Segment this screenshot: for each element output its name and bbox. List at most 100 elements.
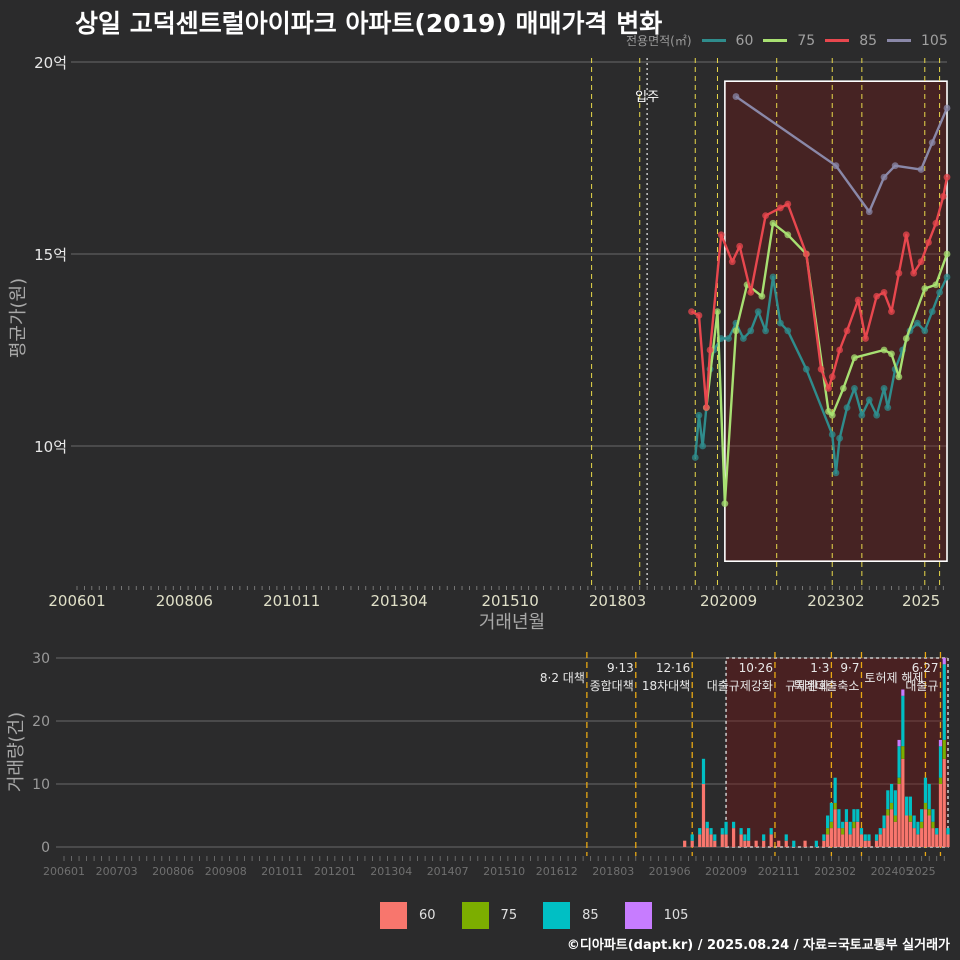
volume-bar-60 [852, 828, 856, 847]
bottom-legend: 60 75 85 105 [380, 902, 714, 929]
legend-line [701, 39, 726, 42]
data-point-85 [902, 231, 910, 239]
volume-bar-85 [878, 828, 882, 835]
volume-bar-60 [833, 809, 837, 847]
volume-bar-60 [784, 840, 788, 847]
policy-label-line: 특례대출축소 [793, 679, 859, 693]
data-point-60 [784, 327, 792, 335]
x-tick-label: 202405 [871, 865, 913, 878]
y-tick-label: 0 [41, 840, 50, 856]
volume-bar-60 [882, 828, 886, 847]
legend-label: 75 [500, 908, 518, 923]
x-tick-label: 200806 [152, 865, 194, 878]
data-point-85 [717, 231, 725, 239]
volume-bar-85 [792, 840, 796, 847]
volume-bar-105 [942, 658, 946, 665]
volume-bar-75 [908, 815, 912, 822]
data-point-85 [932, 219, 940, 227]
volume-bar-60 [935, 834, 939, 847]
volume-bar-60 [920, 828, 924, 847]
data-point-60 [858, 411, 866, 419]
volume-bar-60 [713, 840, 717, 847]
data-point-75 [721, 500, 729, 507]
x-tick-label: 201612 [536, 865, 578, 878]
volume-bar-85 [946, 828, 950, 835]
policy-label-line: 9·13 [607, 661, 634, 675]
volume-bar-60 [856, 821, 860, 847]
data-point-75 [732, 327, 740, 335]
volume-bar-60 [844, 821, 849, 847]
volume-bar-60 [886, 815, 890, 847]
data-point-105 [880, 173, 888, 181]
policy-label: 9·13 종합대책 [590, 661, 634, 693]
data-point-105 [832, 162, 840, 170]
data-point-85 [777, 204, 784, 212]
y-tick-label: 10 [32, 777, 50, 793]
x-axis-title: 거래년월 [479, 612, 545, 633]
x-tick-label: 202111 [758, 865, 800, 878]
legend-item-60: 60 [701, 32, 754, 49]
volume-bar-85 [762, 834, 766, 841]
volume-bar-85 [893, 790, 897, 816]
data-point-85 [939, 193, 947, 200]
volume-bar-60 [754, 840, 758, 847]
data-point-85 [762, 212, 769, 220]
x-tick-label: 201011 [263, 592, 320, 610]
volume-bar-85 [833, 777, 837, 803]
volume-bar-85 [844, 809, 849, 822]
data-point-60 [873, 411, 881, 419]
x-tick-label: 201201 [314, 865, 356, 878]
volume-bar-75 [829, 821, 833, 829]
volume-bar-60 [762, 840, 766, 847]
volume-bar-85 [701, 758, 706, 784]
data-point-85 [736, 242, 744, 250]
volume-bar-85 [739, 828, 743, 835]
policy-label-line: 8·2 대책 [540, 670, 585, 685]
data-point-85 [825, 385, 832, 392]
volume-bar-60 [829, 828, 833, 847]
data-point-60 [865, 396, 873, 404]
y-tick-label: 20억 [34, 54, 67, 72]
data-point-105 [732, 93, 740, 100]
volume-bar-60 [826, 834, 830, 847]
volume-bar-85 [938, 746, 943, 778]
volume-bar-60 [859, 834, 864, 847]
data-point-60 [928, 308, 936, 315]
bar-legend-item-60: 60 [380, 902, 436, 929]
volume-bar-85 [829, 802, 833, 822]
data-point-85 [943, 173, 951, 181]
volume-bar-60 [731, 828, 736, 847]
policy-label: 8·2 대책 [540, 670, 585, 685]
volume-bar-85 [837, 809, 841, 829]
volume-bar-85 [814, 840, 818, 847]
volume-bar-60 [841, 834, 845, 847]
x-tick-label: 202009 [705, 865, 747, 878]
data-point-60 [943, 273, 951, 281]
data-point-85 [917, 258, 925, 266]
data-point-75 [880, 346, 888, 354]
legend-label: 60 [735, 32, 754, 49]
volume-bar-85 [920, 809, 924, 822]
volume-bar-60 [946, 834, 950, 847]
volume-bar-85 [859, 828, 864, 835]
legend-label: 60 [419, 908, 436, 923]
volume-bar-75 [927, 809, 931, 816]
volume-bar-75 [938, 777, 943, 784]
volume-bar-85 [826, 815, 830, 829]
volume-bar-105 [938, 739, 943, 747]
data-point-60 [739, 335, 747, 342]
x-tick-label: 201510 [482, 592, 539, 610]
volume-bar-60 [905, 815, 909, 847]
volume-bar-60 [709, 834, 713, 847]
x-tick-label: 201407 [427, 865, 469, 878]
volume-bar-75 [942, 739, 946, 759]
data-point-105 [943, 104, 951, 112]
volume-bar-60 [690, 840, 694, 847]
x-tick-label: 202009 [700, 592, 757, 610]
volume-bar-85 [863, 834, 867, 841]
x-tick-label: 200806 [156, 592, 213, 610]
volume-bar-75 [897, 777, 901, 784]
volume-bar-105 [901, 689, 905, 696]
data-point-75 [851, 354, 858, 362]
data-point-105 [917, 166, 925, 173]
